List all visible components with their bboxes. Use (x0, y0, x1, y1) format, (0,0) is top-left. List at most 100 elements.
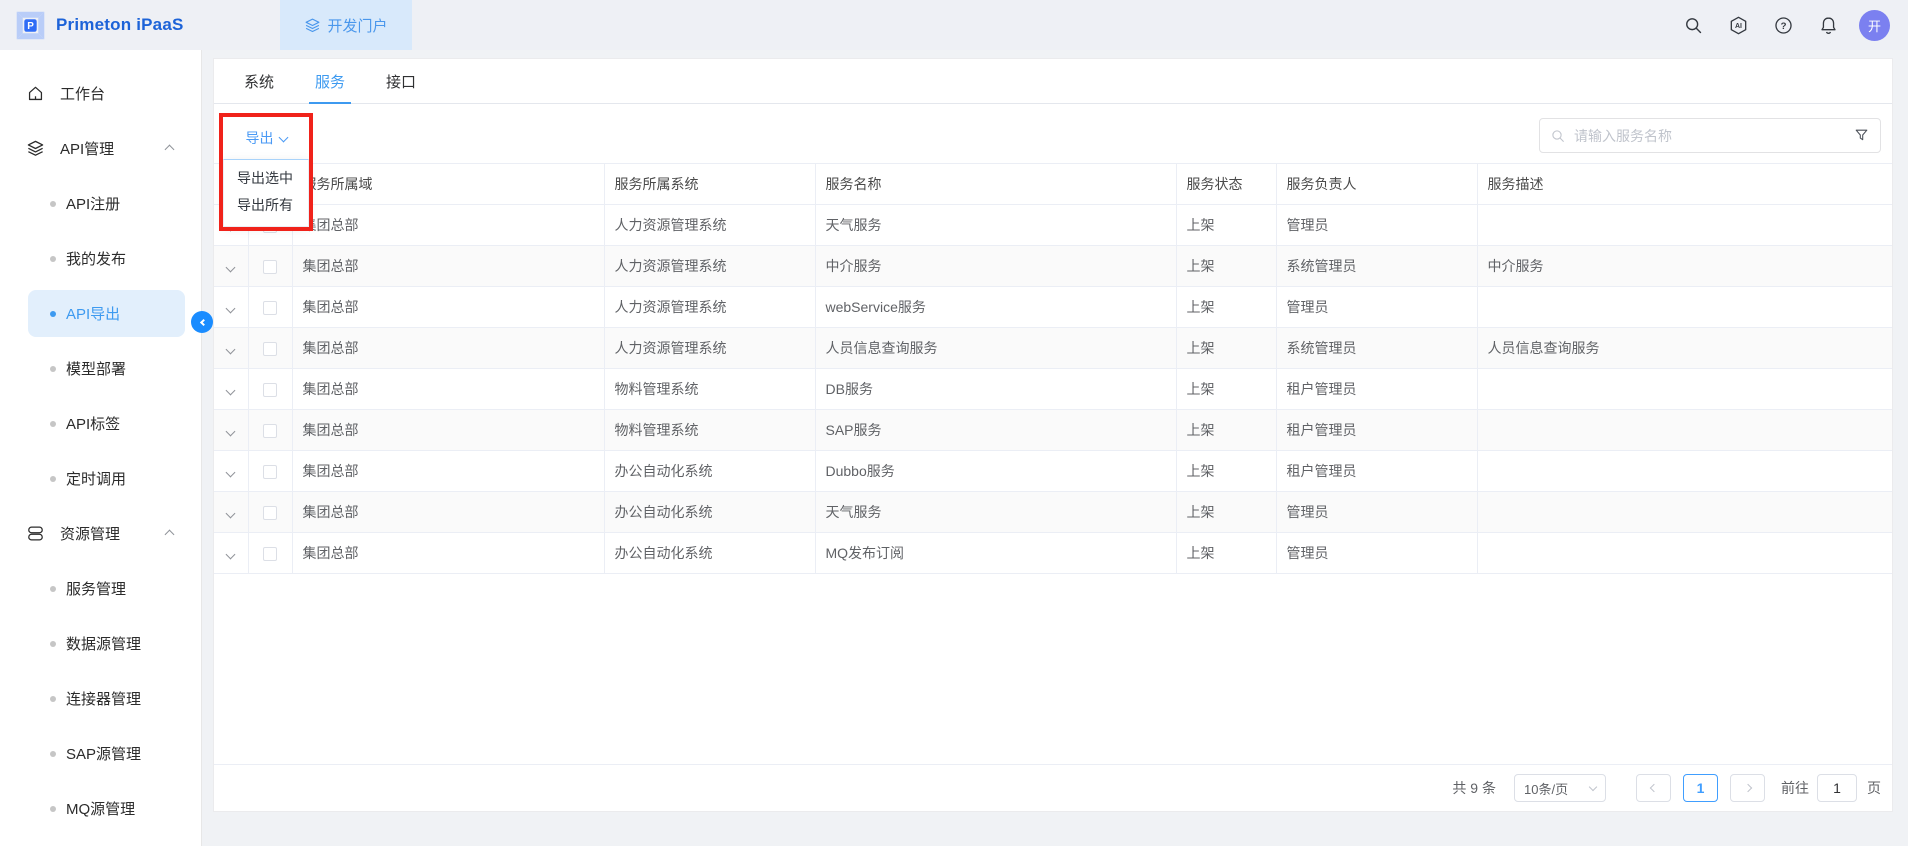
pagination-bar: 共 9 条 10条/页 1 前往 页 (214, 764, 1892, 811)
table-cell: 物料管理系统 (604, 410, 815, 451)
table-cell: 天气服务 (815, 205, 1176, 246)
chevron-up-icon (166, 525, 173, 542)
row-checkbox[interactable] (263, 506, 277, 520)
sidebar-collapse-toggle[interactable] (191, 311, 213, 333)
column-header: 服务名称 (815, 164, 1176, 205)
table-cell (1477, 369, 1892, 410)
sidebar-item-workbench[interactable]: 工作台 (0, 66, 201, 121)
ai-assistant-icon[interactable] (1728, 15, 1749, 36)
filter-funnel-icon[interactable] (1853, 127, 1870, 144)
main-content: 系统 服务 接口 导出 导出选中导出所有 (202, 50, 1908, 846)
column-header: 服务负责人 (1276, 164, 1477, 205)
row-expand-icon[interactable] (226, 263, 236, 273)
row-checkbox[interactable] (263, 465, 277, 479)
service-search-box (1539, 118, 1881, 153)
row-expand-icon[interactable] (226, 304, 236, 314)
row-expand-icon[interactable] (226, 468, 236, 478)
sidebar-item-service-management[interactable]: 服务管理 (0, 561, 201, 616)
table-cell: 租户管理员 (1276, 451, 1477, 492)
table-cell: 上架 (1176, 328, 1276, 369)
sidebar-item-resource-management[interactable]: 资源管理 (0, 506, 201, 561)
tab-dev-portal[interactable]: 开发门户 (280, 0, 412, 50)
page-number-1[interactable]: 1 (1683, 774, 1718, 802)
sidebar-item-api-register[interactable]: API注册 (0, 176, 201, 231)
bullet-dot-icon (50, 751, 56, 757)
column-header: 服务所属域 (292, 164, 604, 205)
tab-label: 服务 (315, 71, 345, 92)
table-cell: 系统管理员 (1276, 328, 1477, 369)
sidebar-item-label: SAP源管理 (66, 743, 141, 764)
table-cell: SAP服务 (815, 410, 1176, 451)
table-cell: MQ发布订阅 (815, 533, 1176, 574)
sidebar-item-model-deploy[interactable]: 模型部署 (0, 341, 201, 396)
user-avatar[interactable]: 开 (1859, 10, 1890, 41)
table-row: 集团总部物料管理系统DB服务上架租户管理员 (214, 369, 1892, 410)
chevron-up-icon (166, 140, 173, 157)
row-expand-icon[interactable] (226, 386, 236, 396)
page-size-select[interactable]: 10条/页 (1514, 774, 1606, 802)
row-checkbox[interactable] (263, 260, 277, 274)
goto-page-input[interactable] (1817, 774, 1857, 802)
bullet-dot-icon (50, 421, 56, 427)
row-expand-icon[interactable] (226, 509, 236, 519)
table-row: 集团总部办公自动化系统MQ发布订阅上架管理员 (214, 533, 1892, 574)
export-button[interactable]: 导出 (223, 116, 309, 159)
sidebar-item-label: 我的发布 (66, 248, 126, 269)
notification-bell-icon[interactable] (1818, 15, 1839, 36)
row-expand-icon[interactable] (226, 550, 236, 560)
table-cell (1477, 492, 1892, 533)
sidebar-item-datasource-management[interactable]: 数据源管理 (0, 616, 201, 671)
sidebar-item-sap-source-management[interactable]: SAP源管理 (0, 726, 201, 781)
sidebar-item-label: 数据源管理 (66, 633, 141, 654)
help-icon[interactable] (1773, 15, 1794, 36)
chevron-down-icon (278, 133, 288, 143)
row-checkbox[interactable] (263, 383, 277, 397)
column-header: 服务所属系统 (604, 164, 815, 205)
row-checkbox[interactable] (263, 301, 277, 315)
table-cell: 上架 (1176, 451, 1276, 492)
bullet-dot-icon (50, 311, 56, 317)
menu-item-export-selected[interactable]: 导出选中 (224, 165, 308, 192)
chevron-left-icon (1649, 784, 1657, 792)
bullet-dot-icon (50, 641, 56, 647)
sidebar-item-api-export[interactable]: API导出 (28, 290, 185, 337)
content-card: 系统 服务 接口 导出 导出选中导出所有 (213, 58, 1893, 812)
row-checkbox[interactable] (263, 342, 277, 356)
sidebar-item-api-tags[interactable]: API标签 (0, 396, 201, 451)
sidebar-item-icon (26, 524, 45, 543)
table-cell: DB服务 (815, 369, 1176, 410)
export-button-label: 导出 (246, 128, 274, 148)
sidebar-item-my-publish[interactable]: 我的发布 (0, 231, 201, 286)
sidebar-item-label: 连接器管理 (66, 688, 141, 709)
table-row: 集团总部办公自动化系统Dubbo服务上架租户管理员 (214, 451, 1892, 492)
tab-system[interactable]: 系统 (244, 59, 274, 103)
sidebar-item-mq-source-management[interactable]: MQ源管理 (0, 781, 201, 836)
table-cell (1477, 205, 1892, 246)
bullet-dot-icon (50, 201, 56, 207)
table-row: 集团总部物料管理系统SAP服务上架租户管理员 (214, 410, 1892, 451)
sidebar-item-connector-management[interactable]: 连接器管理 (0, 671, 201, 726)
table-cell (1477, 533, 1892, 574)
row-expand-icon[interactable] (226, 427, 236, 437)
table-cell: 物料管理系统 (604, 369, 815, 410)
sidebar-item-scheduled-call[interactable]: 定时调用 (0, 451, 201, 506)
sidebar-item-label: 定时调用 (66, 468, 126, 489)
table-cell: 集团总部 (292, 328, 604, 369)
tab-interface[interactable]: 接口 (386, 59, 416, 103)
table-cell: 集团总部 (292, 451, 604, 492)
topbar-icons (1683, 15, 1839, 36)
next-page-button[interactable] (1730, 774, 1765, 802)
menu-item-export-all[interactable]: 导出所有 (224, 192, 308, 219)
tab-service[interactable]: 服务 (315, 59, 345, 103)
row-checkbox[interactable] (263, 547, 277, 561)
table-cell: 办公自动化系统 (604, 492, 815, 533)
prev-page-button[interactable] (1636, 774, 1671, 802)
search-icon[interactable] (1683, 15, 1704, 36)
service-search-input[interactable] (1574, 128, 1845, 144)
bullet-dot-icon (50, 476, 56, 482)
row-checkbox[interactable] (263, 424, 277, 438)
sidebar-item-api-management[interactable]: API管理 (0, 121, 201, 176)
table-cell: 人力资源管理系统 (604, 246, 815, 287)
row-expand-icon[interactable] (226, 345, 236, 355)
table-cell: 人员信息查询服务 (1477, 328, 1892, 369)
